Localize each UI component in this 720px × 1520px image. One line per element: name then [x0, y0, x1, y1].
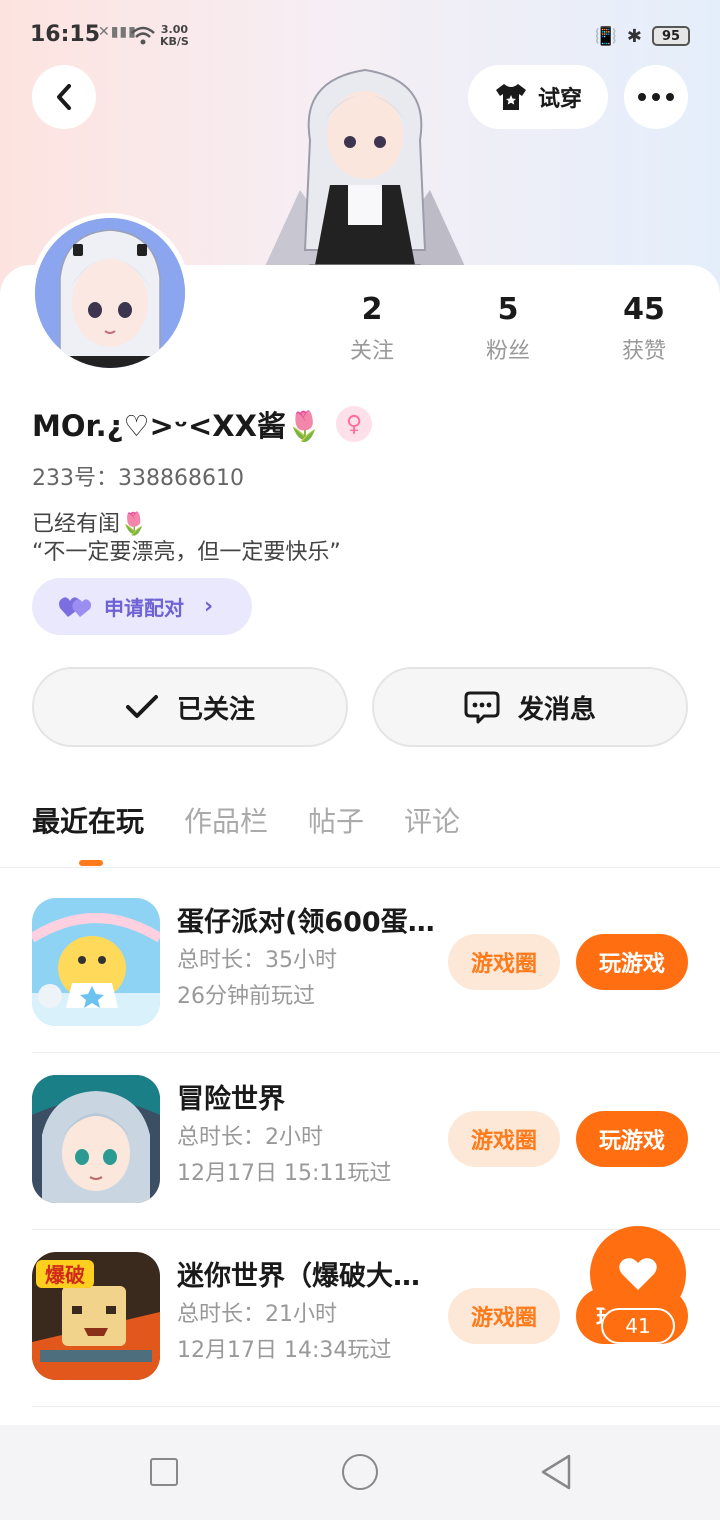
stat-following-value: 2 [361, 292, 383, 327]
game-title: 冒险世界 [177, 1084, 285, 1115]
vibrate-icon: 📳 [594, 25, 617, 47]
home-icon[interactable] [342, 1454, 378, 1490]
game-last-played: 12月17日 14:34玩过 [177, 1338, 392, 1363]
heart-icon [619, 1258, 657, 1290]
game-icon [32, 1075, 160, 1203]
tab-divider [0, 867, 720, 868]
game-icon-badge-text: 爆破 [45, 1263, 85, 1287]
followed-label: 已关注 [176, 694, 255, 725]
try-on-button[interactable]: 试穿 [468, 65, 608, 129]
send-message-button[interactable]: 发消息 [372, 667, 688, 747]
female-gender-icon: ♀ [336, 406, 373, 442]
user-name: MOr.¿♡>ᵕ<XX酱🌷 [32, 409, 323, 443]
try-on-label: 试穿 [537, 87, 582, 112]
play-game-button[interactable]: 玩游戏 [576, 934, 688, 990]
status-right-icons: 📳 ✱ 95 [594, 24, 690, 48]
chat-bubble-icon [464, 691, 500, 724]
game-circle-button[interactable]: 游戏圈 [448, 1111, 560, 1167]
name-row: MOr.¿♡>ᵕ<XX酱🌷 ♀ [32, 402, 373, 446]
game-title: 蛋仔派对(领600蛋… [177, 907, 435, 938]
check-icon [125, 695, 158, 718]
game-duration: 总时长：21小时 [177, 1302, 337, 1327]
user-id: 233号：338868610 [32, 466, 244, 491]
system-nav-bar [0, 1425, 720, 1520]
apply-pair-button[interactable]: 申请配对 › [32, 578, 252, 635]
nav-back-icon[interactable] [538, 1453, 574, 1491]
game-last-played: 26分钟前玩过 [177, 984, 315, 1009]
game-duration: 总时长：35小时 [177, 948, 337, 973]
tab-recently-played[interactable]: 最近在玩 [32, 800, 144, 840]
avatar-image [35, 218, 185, 368]
game-icon: 爆破 [32, 1252, 160, 1380]
stat-followers-value: 5 [497, 292, 519, 327]
game-icon [32, 898, 160, 1026]
avatar[interactable] [30, 213, 190, 373]
game-duration: 总时长：2小时 [177, 1125, 323, 1150]
tab-active-indicator [79, 860, 103, 866]
bluetooth-icon: ✱ [626, 25, 642, 47]
stat-following-label: 关注 [349, 339, 394, 364]
bio-line-2: “不一定要漂亮，但一定要快乐” [32, 540, 341, 565]
stat-following[interactable]: 2 关注 [312, 292, 432, 365]
avatar-3d-character [249, 68, 481, 300]
battery-icon: 95 [652, 26, 690, 46]
apply-pair-label: 申请配对 [104, 596, 184, 620]
stat-likes-label: 获赞 [621, 339, 666, 364]
followed-button[interactable]: 已关注 [32, 667, 348, 747]
game-last-played: 12月17日 15:11玩过 [177, 1161, 392, 1186]
stat-likes-value: 45 [623, 292, 665, 327]
play-game-button[interactable]: 玩游戏 [576, 1111, 688, 1167]
tab-works[interactable]: 作品栏 [184, 800, 268, 840]
stat-followers[interactable]: 5 粉丝 [448, 292, 568, 365]
game-circle-button[interactable]: 游戏圈 [448, 934, 560, 990]
game-title: 迷你世界（爆破大… [177, 1261, 420, 1292]
wifi-icon [131, 26, 155, 45]
game-circle-button[interactable]: 游戏圈 [448, 1288, 560, 1344]
profile-tabs: 最近在玩 作品栏 帖子 评论 [32, 800, 460, 840]
game-list-item[interactable]: 蛋仔派对(领600蛋… 总时长：35小时 26分钟前玩过 游戏圈 玩游戏 [32, 876, 720, 1053]
status-time: 16:15 [30, 22, 101, 47]
recent-apps-icon[interactable] [150, 1458, 178, 1486]
double-heart-icon [59, 596, 92, 617]
tshirt-icon [495, 84, 526, 110]
more-dots-icon [638, 93, 674, 101]
stat-followers-label: 粉丝 [485, 339, 530, 364]
back-button[interactable] [32, 65, 96, 129]
stat-likes[interactable]: 45 获赞 [584, 292, 704, 365]
like-count-badge: 41 [601, 1308, 675, 1344]
net-speed: 3.00 KB/S [160, 24, 189, 48]
chevron-right-icon: › [204, 594, 214, 619]
tab-posts[interactable]: 帖子 [308, 800, 364, 840]
chevron-left-icon [57, 84, 71, 110]
game-list-item[interactable]: 冒险世界 总时长：2小时 12月17日 15:11玩过 游戏圈 玩游戏 [32, 1053, 720, 1230]
send-message-label: 发消息 [517, 694, 596, 725]
net-speed-unit: KB/S [160, 35, 189, 48]
more-options-button[interactable] [624, 65, 688, 129]
tab-comments[interactable]: 评论 [404, 800, 460, 840]
